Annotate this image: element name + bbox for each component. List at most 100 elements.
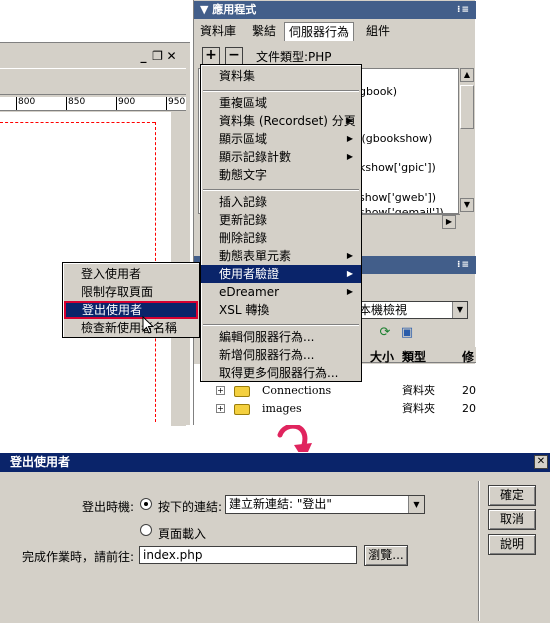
submenu-arrow-icon: ▶ bbox=[346, 251, 353, 260]
add-behavior-button[interactable]: + bbox=[202, 47, 220, 65]
scroll-thumb[interactable] bbox=[460, 85, 474, 129]
refresh-icon[interactable]: ⟳ bbox=[376, 324, 394, 342]
menu-item-label: 編輯伺服器行為... bbox=[219, 330, 315, 344]
files-column-header: 大小 類型 修 bbox=[354, 347, 476, 365]
menu-item-label: 資料集 (Recordset) 分頁 bbox=[219, 114, 356, 128]
menu-item-insert-record[interactable]: 插入記錄 bbox=[201, 193, 361, 211]
document-type-label: 文件類型:PHP bbox=[256, 50, 332, 64]
ok-button[interactable]: 確定 bbox=[488, 485, 536, 506]
file-kind: 資料夾 bbox=[402, 402, 435, 415]
remove-behavior-button[interactable]: − bbox=[225, 47, 243, 65]
menu-item-label: 刪除記錄 bbox=[219, 231, 268, 245]
menu-item-label: 更新記錄 bbox=[219, 213, 268, 227]
menu-item-recordset[interactable]: 資料集 bbox=[201, 67, 361, 85]
menu-item-recordset-paging[interactable]: 資料集 (Recordset) 分頁 ▶ bbox=[201, 112, 361, 130]
menu-item-xsl-transform[interactable]: XSL 轉換 bbox=[201, 301, 361, 319]
files-icon-bar: ⟳ ▣ bbox=[354, 322, 474, 344]
list-item[interactable]: kshow['gpic']) bbox=[359, 161, 436, 174]
close-icon[interactable]: ✕ bbox=[166, 49, 180, 63]
menu-item-update-record[interactable]: 更新記錄 bbox=[201, 211, 361, 229]
dialog-title: 登出使用者 bbox=[10, 455, 71, 469]
goto-label: 完成作業時，請前往: bbox=[22, 550, 135, 564]
menu-item-dynamic-form-elements[interactable]: 動態表單元素 ▶ bbox=[201, 247, 361, 265]
link-select[interactable]: 建立新連結: "登出" ▼ bbox=[225, 495, 425, 514]
scroll-up-icon[interactable]: ▲ bbox=[460, 68, 474, 82]
document-titlebar: _ ❐✕ bbox=[0, 43, 186, 69]
list-item[interactable]: show['gemail']) bbox=[359, 206, 444, 213]
logout-user-dialog: 登出使用者 ✕ 登出時機: 按下的連結: 建立新連結: "登出" ▼ 頁面載入 … bbox=[0, 452, 550, 623]
menu-item-label: 資料集 bbox=[219, 69, 256, 83]
column-size[interactable]: 大小 bbox=[370, 348, 394, 365]
help-button[interactable]: 說明 bbox=[488, 534, 536, 555]
menu-item-get-more-server-behaviors[interactable]: 取得更多伺服器行為... bbox=[201, 364, 361, 382]
tab-components[interactable]: 組件 bbox=[362, 22, 394, 41]
expand-plus-icon[interactable]: + bbox=[216, 386, 225, 395]
panel-vertical-scrollbar[interactable]: ▲ ▼ bbox=[458, 68, 474, 214]
ruler-label: 850 bbox=[68, 97, 86, 107]
submenu-item-log-in-user[interactable]: 登入使用者 bbox=[63, 265, 199, 283]
ruler-label: 950 bbox=[168, 97, 186, 107]
ruler: 800 850 900 950 bbox=[0, 97, 186, 111]
logout-when-label: 登出時機: bbox=[82, 500, 135, 514]
menu-item-label: 顯示區域 bbox=[219, 132, 268, 146]
folder-icon bbox=[234, 386, 250, 397]
radio-link-clicked[interactable] bbox=[140, 498, 152, 510]
menu-item-dynamic-text[interactable]: 動態文字 bbox=[201, 166, 361, 184]
file-date: 20 bbox=[462, 384, 476, 397]
server-behaviors-menu: 資料集 重複區域 資料集 (Recordset) 分頁 ▶ 顯示區域 ▶ 顯示記錄計… bbox=[200, 64, 362, 382]
dialog-titlebar[interactable]: 登出使用者 ✕ bbox=[0, 453, 550, 472]
table-row[interactable]: + images 資料夾 20 bbox=[194, 400, 476, 418]
submenu-item-check-new-username[interactable]: 檢查新使用者名稱 bbox=[63, 319, 199, 337]
cancel-button[interactable]: 取消 bbox=[488, 509, 536, 530]
menu-item-new-server-behavior[interactable]: 新增伺服器行為... bbox=[201, 346, 361, 364]
minimize-icon[interactable]: _ bbox=[138, 49, 152, 63]
menu-item-label: 動態表單元素 bbox=[219, 249, 292, 263]
column-type[interactable]: 類型 bbox=[402, 348, 426, 365]
menu-separator bbox=[203, 90, 359, 92]
scroll-right-icon[interactable]: ▶ bbox=[442, 215, 456, 229]
submenu-item-log-out-user[interactable]: 登出使用者 bbox=[64, 301, 198, 319]
table-row[interactable]: + Connections 資料夾 20 bbox=[194, 382, 476, 400]
panel-options-icon[interactable]: ⁝≡ bbox=[457, 256, 470, 274]
menu-item-label: 取得更多伺服器行為... bbox=[219, 366, 339, 380]
column-modified[interactable]: 修 bbox=[462, 348, 474, 365]
menu-item-edit-server-behaviors[interactable]: 編輯伺服器行為... bbox=[201, 328, 361, 346]
window-controls: _ ❐✕ bbox=[138, 49, 180, 63]
document-toolbar bbox=[0, 69, 186, 95]
radio-page-load[interactable] bbox=[140, 524, 152, 536]
menu-item-label: XSL 轉換 bbox=[219, 303, 270, 317]
panel-options-icon[interactable]: ⁝≡ bbox=[457, 1, 470, 19]
panel-title: 應用程式 bbox=[212, 3, 257, 16]
expand-plus-icon[interactable]: + bbox=[216, 404, 225, 413]
dialog-divider bbox=[478, 481, 480, 621]
tab-server-behaviors[interactable]: 伺服器行為 bbox=[284, 22, 355, 41]
goto-url-input[interactable]: index.php bbox=[139, 546, 357, 564]
submenu-item-restrict-access[interactable]: 限制存取頁面 bbox=[63, 283, 199, 301]
tab-bindings[interactable]: 繫結 bbox=[248, 22, 280, 41]
menu-item-show-region[interactable]: 顯示區域 ▶ bbox=[201, 130, 361, 148]
collapse-triangle-icon[interactable]: ▼ bbox=[200, 3, 212, 16]
chevron-down-icon[interactable]: ▼ bbox=[408, 496, 424, 513]
browse-button[interactable]: 瀏覽... bbox=[364, 545, 408, 566]
tab-databases[interactable]: 資料庫 bbox=[196, 22, 240, 41]
menu-item-delete-record[interactable]: 刪除記錄 bbox=[201, 229, 361, 247]
list-item[interactable]: gbook) bbox=[359, 85, 397, 98]
chevron-down-icon[interactable]: ▼ bbox=[452, 302, 467, 318]
scroll-down-icon[interactable]: ▼ bbox=[460, 198, 474, 212]
panel-horizontal-scrollbar[interactable]: ▶ bbox=[354, 214, 460, 230]
user-authentication-submenu: 登入使用者 限制存取頁面 登出使用者 檢查新使用者名稱 bbox=[62, 262, 200, 338]
menu-item-display-record-count[interactable]: 顯示記錄計數 ▶ bbox=[201, 148, 361, 166]
submenu-arrow-icon: ▶ bbox=[346, 152, 353, 161]
restore-icon[interactable]: ❐ bbox=[152, 49, 166, 63]
mouse-pointer-icon bbox=[142, 316, 155, 334]
menu-item-user-authentication[interactable]: 使用者驗證 ▶ bbox=[201, 265, 361, 283]
view-select[interactable]: 本機檢視 ▼ bbox=[354, 301, 468, 319]
expand-icon[interactable]: ▣ bbox=[398, 324, 416, 342]
list-item[interactable]: show['gweb']) bbox=[359, 191, 436, 204]
panel-tabs: 資料庫 繫結 伺服器行為 組件 bbox=[194, 20, 476, 42]
panel-header[interactable]: ▼ 應用程式 ⁝≡ bbox=[194, 1, 476, 19]
menu-item-edreamer[interactable]: eDreamer ▶ bbox=[201, 283, 361, 301]
file-kind: 資料夾 bbox=[402, 384, 435, 397]
close-icon[interactable]: ✕ bbox=[534, 455, 548, 469]
menu-item-repeat-region[interactable]: 重複區域 bbox=[201, 94, 361, 112]
